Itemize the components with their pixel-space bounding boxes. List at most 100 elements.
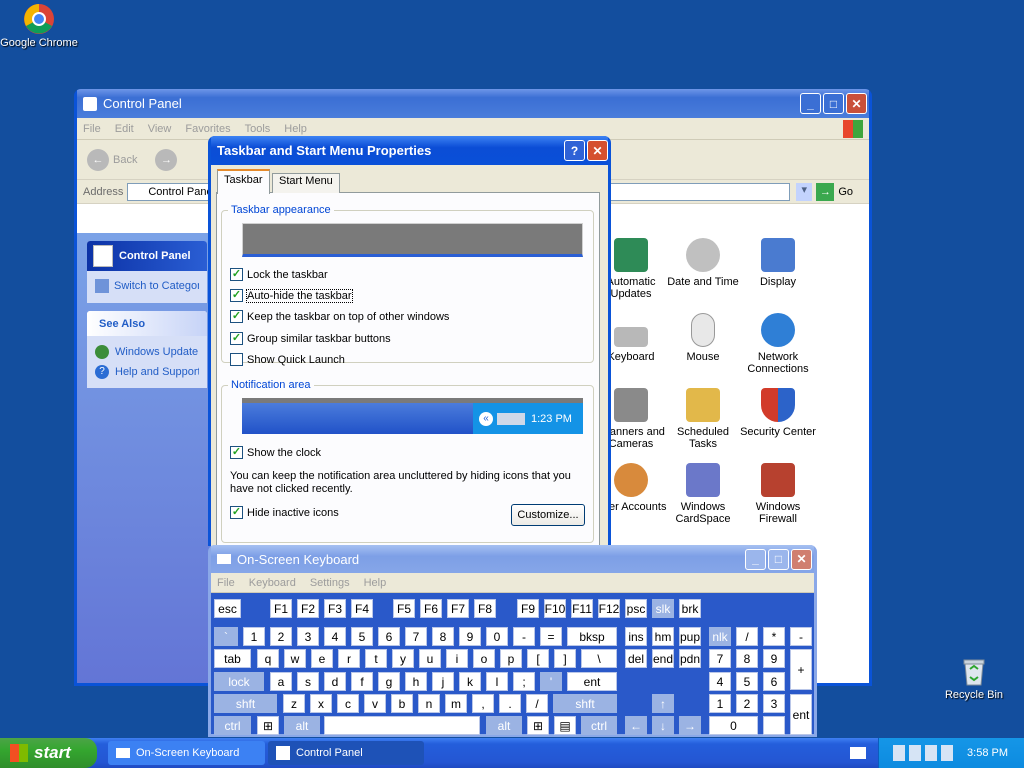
show-clock-checkbox[interactable]: ✓ Show the clock <box>230 446 321 459</box>
osk-key[interactable]: end <box>652 649 674 668</box>
osk-key[interactable]: 6 <box>763 672 785 691</box>
osk-key[interactable]: psc <box>625 599 647 618</box>
close-button[interactable]: ✕ <box>846 93 867 114</box>
osk-menu-file[interactable]: File <box>217 577 235 589</box>
osk-key[interactable]: ent <box>790 694 812 735</box>
lock-taskbar-checkbox[interactable]: ✓ Lock the taskbar <box>230 268 328 281</box>
osk-key[interactable]: F2 <box>297 599 319 618</box>
osk-key[interactable]: / <box>526 694 548 713</box>
cp-item-display[interactable]: Display <box>738 238 818 288</box>
osk-key[interactable]: 4 <box>709 672 731 691</box>
customize-button[interactable]: Customize... <box>511 504 585 526</box>
go-arrow-icon[interactable]: → <box>816 182 835 201</box>
osk-key[interactable]: 7 <box>405 627 427 646</box>
osk-close-button[interactable]: ✕ <box>791 548 812 570</box>
osk-key[interactable]: ← <box>625 716 647 735</box>
osk-key[interactable]: ; <box>513 672 535 691</box>
menu-help[interactable]: Help <box>284 123 307 135</box>
hide-inactive-checkbox[interactable]: ✓ Hide inactive icons <box>230 506 339 519</box>
quick-launch-checkbox[interactable]: Show Quick Launch <box>230 353 345 366</box>
osk-key[interactable]: shft <box>553 694 617 713</box>
osk-key[interactable]: shft <box>214 694 277 713</box>
address-dropdown-icon[interactable]: ▾ <box>796 182 813 201</box>
cp-item-cardspace[interactable]: Windows CardSpace <box>663 463 743 525</box>
osk-key[interactable]: alt <box>284 716 320 735</box>
osk-key[interactable]: lock <box>214 672 264 691</box>
osk-key[interactable]: r <box>338 649 360 668</box>
osk-key[interactable]: → <box>679 716 701 735</box>
back-arrow-icon[interactable]: ← <box>87 148 109 171</box>
osk-key[interactable]: ↓ <box>652 716 674 735</box>
desktop-icon-chrome[interactable]: Google Chrome <box>0 3 81 49</box>
cp-item-scheduled-tasks[interactable]: Scheduled Tasks <box>663 388 743 450</box>
osk-key[interactable]: - <box>790 627 812 646</box>
minimize-button[interactable]: _ <box>800 93 821 114</box>
osk-key[interactable]: alt <box>486 716 522 735</box>
osk-key[interactable]: hm <box>652 627 674 646</box>
cp-item-mouse[interactable]: Mouse <box>663 313 743 363</box>
osk-key[interactable]: esc <box>214 599 241 618</box>
cp-item-firewall[interactable]: Windows Firewall <box>738 463 818 525</box>
osk-key[interactable]: slk <box>652 599 674 618</box>
chevron-icon[interactable]: « <box>479 411 493 426</box>
osk-key[interactable] <box>324 716 480 735</box>
osk-key[interactable]: d <box>324 672 346 691</box>
osk-key[interactable]: ent <box>567 672 617 691</box>
osk-key[interactable]: ctrl <box>214 716 251 735</box>
osk-key[interactable]: + <box>790 649 812 690</box>
osk-key[interactable]: pup <box>679 627 701 646</box>
maximize-button[interactable]: □ <box>823 93 844 114</box>
osk-key[interactable]: x <box>310 694 332 713</box>
osk-key[interactable]: F4 <box>351 599 373 618</box>
osk-key[interactable]: 8 <box>736 649 758 668</box>
osk-key[interactable]: 3 <box>297 627 319 646</box>
osk-key[interactable]: * <box>763 627 785 646</box>
osk-key[interactable]: n <box>418 694 440 713</box>
osk-key[interactable]: a <box>270 672 292 691</box>
cp-item-security-center[interactable]: Security Center <box>738 388 818 438</box>
forward-arrow-icon[interactable]: → <box>155 148 178 171</box>
osk-key[interactable]: e <box>311 649 333 668</box>
help-button[interactable]: ? <box>564 140 585 161</box>
osk-key[interactable]: g <box>378 672 400 691</box>
tab-start-menu[interactable]: Start Menu <box>272 173 340 193</box>
osk-key[interactable]: 0 <box>709 716 758 735</box>
osk-key[interactable]: bksp <box>567 627 617 646</box>
start-button[interactable]: start <box>0 738 97 768</box>
osk-key[interactable]: 1 <box>709 694 731 713</box>
osk-key[interactable]: s <box>297 672 319 691</box>
tab-taskbar[interactable]: Taskbar <box>217 169 270 194</box>
osk-key[interactable]: - <box>513 627 535 646</box>
osk-key[interactable]: p <box>500 649 522 668</box>
cp-item-network[interactable]: Network Connections <box>738 313 818 375</box>
osk-key[interactable]: 9 <box>459 627 481 646</box>
auto-hide-checkbox[interactable]: ✓ Auto-hide the taskbar <box>230 288 353 303</box>
task-on-screen-keyboard[interactable]: On-Screen Keyboard <box>108 741 265 765</box>
menu-favorites[interactable]: Favorites <box>185 123 230 135</box>
osk-key[interactable]: . <box>499 694 521 713</box>
osk-key[interactable]: ] <box>554 649 576 668</box>
osk-key[interactable]: 3 <box>763 694 785 713</box>
osk-key[interactable]: , <box>472 694 494 713</box>
osk-key[interactable]: F8 <box>474 599 496 618</box>
control-panel-titlebar[interactable]: Control Panel _ □ ✕ <box>77 89 869 118</box>
osk-key[interactable]: l <box>486 672 508 691</box>
cp-item-date-time[interactable]: Date and Time <box>663 238 743 288</box>
osk-key[interactable]: 5 <box>736 672 758 691</box>
osk-key[interactable]: 6 <box>378 627 400 646</box>
switch-view-link[interactable]: Switch to Category View <box>87 271 207 303</box>
osk-key[interactable]: pdn <box>679 649 701 668</box>
osk-key[interactable]: ⊞ <box>527 716 549 735</box>
osk-key[interactable]: z <box>283 694 305 713</box>
task-control-panel[interactable]: Control Panel <box>268 741 424 765</box>
osk-key[interactable]: j <box>432 672 454 691</box>
osk-key[interactable]: brk <box>679 599 701 618</box>
osk-key[interactable]: nlk <box>709 627 731 646</box>
osk-key[interactable]: ctrl <box>581 716 617 735</box>
osk-key[interactable]: 8 <box>432 627 454 646</box>
tray-icons[interactable] <box>893 745 958 761</box>
language-bar-icon[interactable] <box>850 747 866 759</box>
desktop-icon-recycle-bin[interactable]: Recycle Bin <box>932 655 1016 701</box>
osk-key[interactable]: F6 <box>420 599 442 618</box>
osk-key[interactable]: m <box>445 694 467 713</box>
